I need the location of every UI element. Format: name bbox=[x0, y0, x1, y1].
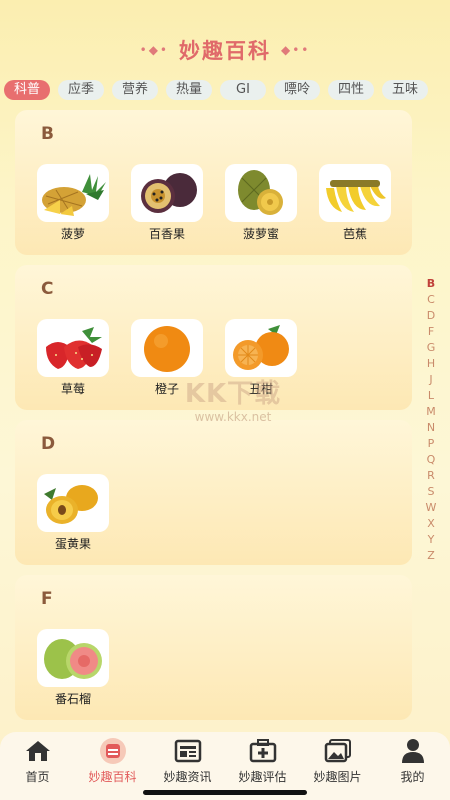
section-letter: C bbox=[41, 279, 54, 299]
tab-gi[interactable]: GI bbox=[220, 80, 266, 100]
section-letter: F bbox=[41, 589, 53, 609]
section-b: B 菠萝 百香果 菠萝蜜 芭蕉 bbox=[15, 110, 412, 255]
section-letter: B bbox=[41, 124, 54, 144]
encyclopedia-icon bbox=[75, 738, 150, 764]
strawberry-image bbox=[37, 319, 109, 377]
nav-label: 妙趣资讯 bbox=[163, 770, 212, 784]
category-tabs: 科普 应季 营养 热量 GI 嘌呤 四性 五味 bbox=[4, 80, 450, 102]
nav-news[interactable]: 妙趣资讯 bbox=[150, 738, 225, 785]
index-letter[interactable]: P bbox=[428, 436, 435, 452]
fruit-name: 草莓 bbox=[60, 382, 85, 396]
egg-fruit-image bbox=[37, 474, 109, 532]
page-title: 妙趣百科 bbox=[179, 39, 271, 63]
news-icon bbox=[150, 738, 225, 764]
index-letter[interactable]: R bbox=[427, 468, 435, 484]
jackfruit-image bbox=[225, 164, 297, 222]
picture-icon bbox=[300, 738, 375, 764]
guava-image bbox=[37, 629, 109, 687]
section-f: F 番石榴 bbox=[15, 575, 412, 720]
fruit-item-pineapple[interactable]: 菠萝 bbox=[37, 164, 109, 242]
nav-pictures[interactable]: 妙趣图片 bbox=[300, 738, 375, 785]
fruit-name: 番石榴 bbox=[54, 692, 91, 706]
index-letter[interactable]: F bbox=[428, 324, 434, 340]
index-letter[interactable]: D bbox=[427, 308, 435, 324]
fruit-item-ugly-tangerine[interactable]: 丑柑 bbox=[225, 319, 297, 397]
index-letter[interactable]: C bbox=[427, 292, 435, 308]
nav-label: 妙趣百科 bbox=[88, 770, 137, 784]
home-icon bbox=[0, 738, 75, 764]
alphabet-index[interactable]: B C D F G H J L M N P Q R S W X Y Z bbox=[424, 276, 438, 564]
nav-home[interactable]: 首页 bbox=[0, 738, 75, 785]
nav-encyclopedia[interactable]: 妙趣百科 bbox=[75, 738, 150, 785]
fruit-name: 百香果 bbox=[148, 227, 185, 241]
index-letter[interactable]: Q bbox=[427, 452, 436, 468]
nav-label: 我的 bbox=[400, 770, 425, 784]
fruit-item-strawberry[interactable]: 草莓 bbox=[37, 319, 109, 397]
fruit-name: 菠萝蜜 bbox=[242, 227, 279, 241]
orange-image bbox=[131, 319, 203, 377]
nav-label: 妙趣评估 bbox=[238, 770, 287, 784]
index-letter[interactable]: M bbox=[426, 404, 436, 420]
pineapple-image bbox=[37, 164, 109, 222]
nav-label: 妙趣图片 bbox=[313, 770, 362, 784]
fruit-name: 蛋黄果 bbox=[54, 537, 91, 551]
fruit-item-orange[interactable]: 橙子 bbox=[131, 319, 203, 397]
tab-purine[interactable]: 嘌呤 bbox=[274, 80, 320, 100]
nav-assessment[interactable]: 妙趣评估 bbox=[225, 738, 300, 785]
tab-seasonal[interactable]: 应季 bbox=[58, 80, 104, 100]
assessment-icon bbox=[225, 738, 300, 764]
index-letter[interactable]: Z bbox=[427, 548, 435, 564]
section-c: C 草莓 橙子 丑柑 bbox=[15, 265, 412, 410]
fruit-item-banana[interactable]: 芭蕉 bbox=[319, 164, 391, 242]
tab-five-flavors[interactable]: 五味 bbox=[382, 80, 428, 100]
section-d: D 蛋黄果 bbox=[15, 420, 412, 565]
header-deco-left: •◆• bbox=[139, 43, 169, 57]
tab-four-natures[interactable]: 四性 bbox=[328, 80, 374, 100]
nav-label: 首页 bbox=[25, 770, 50, 784]
index-letter[interactable]: N bbox=[427, 420, 435, 436]
passion-fruit-image bbox=[131, 164, 203, 222]
fruit-item-jackfruit[interactable]: 菠萝蜜 bbox=[225, 164, 297, 242]
fruit-name: 橙子 bbox=[154, 382, 179, 396]
tab-nutrition[interactable]: 营养 bbox=[112, 80, 158, 100]
index-letter[interactable]: G bbox=[427, 340, 436, 356]
index-letter[interactable]: J bbox=[429, 372, 432, 388]
index-letter[interactable]: Y bbox=[428, 532, 435, 548]
fruit-item-egg-fruit[interactable]: 蛋黄果 bbox=[37, 474, 109, 552]
fruit-name: 丑柑 bbox=[248, 382, 273, 396]
fruit-item-passion-fruit[interactable]: 百香果 bbox=[131, 164, 203, 242]
fruit-name: 芭蕉 bbox=[342, 227, 367, 241]
fruit-name: 菠萝 bbox=[60, 227, 85, 241]
header-deco-right: ◆•• bbox=[281, 43, 311, 57]
tab-science[interactable]: 科普 bbox=[4, 80, 50, 100]
profile-icon bbox=[375, 738, 450, 764]
index-letter[interactable]: L bbox=[428, 388, 434, 404]
fruit-item-guava[interactable]: 番石榴 bbox=[37, 629, 109, 707]
index-letter[interactable]: S bbox=[428, 484, 435, 500]
fruit-list[interactable]: B 菠萝 百香果 菠萝蜜 芭蕉 C 草莓 橙子 丑柑 D 蛋黄果 F 番石榴 bbox=[0, 110, 450, 730]
index-letter[interactable]: B bbox=[427, 276, 435, 292]
home-indicator bbox=[143, 790, 307, 795]
index-letter[interactable]: H bbox=[427, 356, 435, 372]
nav-profile[interactable]: 我的 bbox=[375, 738, 450, 785]
ugly-tangerine-image bbox=[225, 319, 297, 377]
banana-image bbox=[319, 164, 391, 222]
index-letter[interactable]: X bbox=[427, 516, 435, 532]
tab-calories[interactable]: 热量 bbox=[166, 80, 212, 100]
index-letter[interactable]: W bbox=[426, 500, 437, 516]
section-letter: D bbox=[41, 434, 56, 454]
page-header: •◆• 妙趣百科 ◆•• bbox=[0, 30, 450, 70]
